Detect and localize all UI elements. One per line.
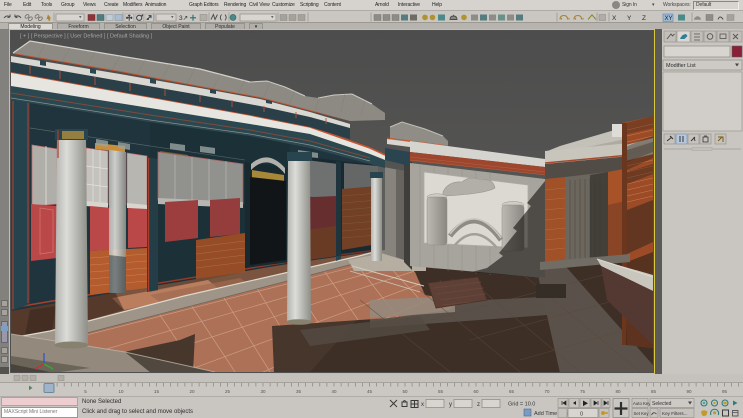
svg-text:y: y: [449, 402, 452, 408]
svg-text:95: 95: [722, 389, 728, 394]
svg-text:Modifier List: Modifier List: [666, 63, 696, 69]
svg-text:Set Key: Set Key: [634, 411, 650, 416]
svg-text:60: 60: [473, 389, 479, 394]
svg-text:10: 10: [118, 389, 124, 394]
svg-text:80: 80: [615, 389, 621, 394]
svg-text:55: 55: [438, 389, 444, 394]
svg-text:40: 40: [331, 389, 337, 394]
svg-text:70: 70: [544, 389, 550, 394]
svg-text:Grid = 10.0: Grid = 10.0: [508, 402, 535, 408]
svg-text:75: 75: [580, 389, 586, 394]
svg-text:z: z: [477, 402, 480, 408]
svg-text:30: 30: [260, 389, 266, 394]
svg-text:0: 0: [580, 412, 583, 418]
svg-text:90: 90: [686, 389, 692, 394]
svg-text:50: 50: [402, 389, 408, 394]
svg-text:85: 85: [651, 389, 657, 394]
svg-text:45: 45: [367, 389, 373, 394]
svg-text:Auto Key: Auto Key: [633, 401, 651, 406]
svg-text:35: 35: [296, 389, 302, 394]
svg-text:20: 20: [189, 389, 195, 394]
svg-text:65: 65: [509, 389, 515, 394]
svg-text:[ + ] [ Perspective ] [ User D: [ + ] [ Perspective ] [ User Defined ] […: [20, 34, 153, 40]
svg-text:25: 25: [225, 389, 231, 394]
svg-text:Selected: Selected: [652, 401, 672, 407]
svg-text:X Y Z: X Y Z: [612, 15, 651, 22]
svg-text:15: 15: [154, 389, 160, 394]
svg-text:x: x: [421, 402, 424, 408]
svg-text:XY: XY: [665, 16, 673, 22]
svg-text:3↗: 3↗: [179, 15, 188, 22]
svg-text:Key Filters...: Key Filters...: [662, 411, 688, 416]
